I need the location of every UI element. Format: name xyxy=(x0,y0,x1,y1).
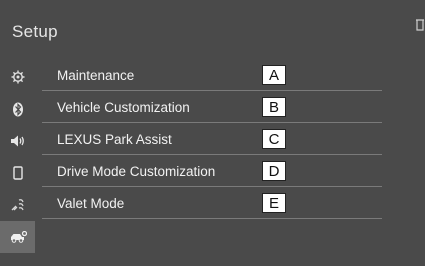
callout-label: D xyxy=(262,161,286,181)
callout-label: A xyxy=(262,65,286,85)
setup-screen: Setup Maintenance A Vehicle Customizatio… xyxy=(0,0,425,266)
phone-icon[interactable] xyxy=(0,157,35,189)
speaker-icon[interactable] xyxy=(0,125,35,157)
menu-item-valet-mode[interactable]: Valet Mode E xyxy=(42,189,382,219)
divider xyxy=(42,122,382,123)
car-settings-icon[interactable] xyxy=(0,189,35,221)
divider xyxy=(42,154,382,155)
callout-label: C xyxy=(262,129,286,149)
page-title: Setup xyxy=(12,22,58,41)
callout-label: E xyxy=(262,193,286,213)
menu-item-label: Drive Mode Customization xyxy=(57,164,216,179)
sidebar xyxy=(0,57,35,266)
menu-item-label: Valet Mode xyxy=(57,196,125,211)
menu-item-drive-mode[interactable]: Drive Mode Customization D xyxy=(42,157,382,187)
divider xyxy=(42,90,382,91)
divider xyxy=(42,218,382,219)
menu-item-label: LEXUS Park Assist xyxy=(57,132,172,147)
menu-item-label: Vehicle Customization xyxy=(57,100,190,115)
bluetooth-icon[interactable] xyxy=(0,93,35,125)
callout-label: B xyxy=(262,97,286,117)
vehicle-icon[interactable] xyxy=(0,221,35,253)
menu-item-label: Maintenance xyxy=(57,68,135,83)
menu-item-park-assist[interactable]: LEXUS Park Assist C xyxy=(42,125,382,155)
gear-icon[interactable] xyxy=(0,61,35,93)
edge-icon xyxy=(415,18,425,32)
divider xyxy=(42,186,382,187)
menu-item-maintenance[interactable]: Maintenance A xyxy=(42,61,382,91)
menu-item-vehicle-customization[interactable]: Vehicle Customization B xyxy=(42,93,382,123)
